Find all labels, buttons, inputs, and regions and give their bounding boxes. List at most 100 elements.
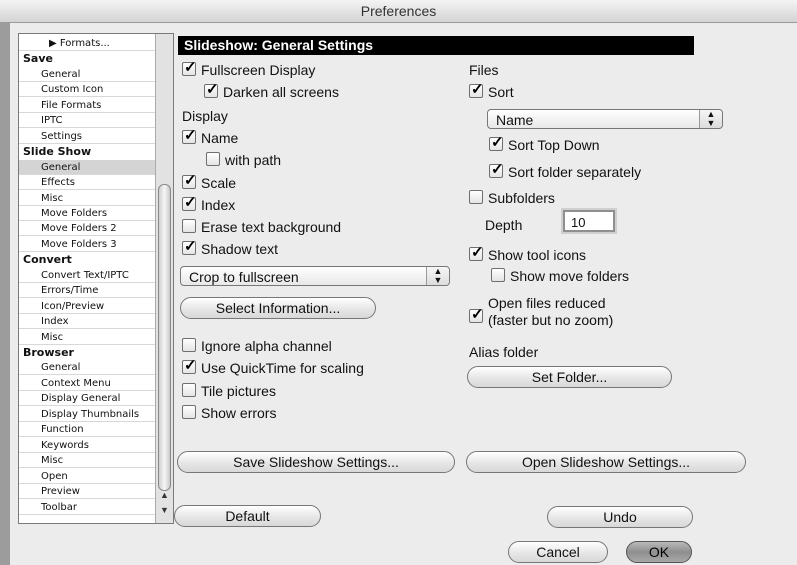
- name-checkbox[interactable]: Name: [182, 126, 238, 146]
- checkbox-icon[interactable]: [491, 268, 505, 282]
- checkbox-icon[interactable]: [469, 190, 483, 204]
- checkbox-icon[interactable]: [182, 193, 197, 211]
- checkbox-icon[interactable]: [182, 58, 197, 76]
- index-checkbox[interactable]: Index: [182, 193, 236, 213]
- open-files-reduced-checkbox[interactable]: [469, 304, 488, 323]
- checkbox-icon[interactable]: [182, 338, 196, 352]
- show-errors-checkbox[interactable]: Show errors: [182, 405, 276, 421]
- checkbox-icon[interactable]: [182, 356, 197, 374]
- default-button[interactable]: Default: [174, 505, 321, 527]
- checkbox-icon[interactable]: [182, 171, 197, 189]
- sidebar-item[interactable]: File Formats: [19, 98, 155, 113]
- checkbox-icon[interactable]: [469, 80, 484, 98]
- checkbox-icon[interactable]: [182, 126, 197, 144]
- popup-value: Crop to fullscreen: [189, 269, 299, 285]
- sidebar-item[interactable]: Misc: [19, 191, 155, 206]
- checkbox-label: Show tool icons: [488, 247, 587, 263]
- sidebar-item[interactable]: ▶ Formats...: [19, 36, 155, 51]
- alias-folder-label: Alias folder: [469, 344, 539, 360]
- checkbox-label: Darken all screens: [223, 84, 339, 100]
- checkbox-sublabel: (faster but no zoom): [488, 312, 614, 328]
- checkbox-label: Subfolders: [488, 190, 555, 206]
- sidebar-item[interactable]: Move Folders 3: [19, 237, 155, 252]
- scrollbar-thumb[interactable]: [158, 184, 171, 491]
- sidebar-item[interactable]: Keywords: [19, 438, 155, 453]
- sort-by-popup[interactable]: Name ▲ ▼: [487, 109, 723, 129]
- checkbox-icon[interactable]: [182, 219, 196, 233]
- display-group-label: Display: [182, 108, 228, 124]
- fullscreen-checkbox[interactable]: Fullscreen Display: [182, 58, 316, 78]
- checkbox-label: Index: [201, 197, 236, 213]
- checkbox-label: Erase text background: [201, 219, 342, 235]
- sidebar-scrollbar[interactable]: ▲ ▼: [155, 34, 173, 523]
- cancel-button[interactable]: Cancel: [508, 541, 608, 563]
- section-header: Slideshow: General Settings: [178, 36, 694, 55]
- erase-text-bg-checkbox[interactable]: Erase text background: [182, 219, 341, 235]
- popup-arrows-icon[interactable]: ▲ ▼: [426, 267, 449, 285]
- select-information-button[interactable]: Select Information...: [180, 297, 376, 319]
- checkbox-icon[interactable]: [489, 160, 504, 178]
- sidebar-item[interactable]: General: [19, 67, 155, 82]
- subfolders-checkbox[interactable]: Subfolders: [469, 190, 555, 206]
- checkbox-icon[interactable]: [206, 152, 220, 166]
- sidebar-item[interactable]: Function: [19, 422, 155, 438]
- sidebar-item[interactable]: Effects: [19, 175, 155, 191]
- sort-checkbox[interactable]: Sort: [469, 80, 514, 100]
- sidebar-item[interactable]: Icon/Preview: [19, 299, 155, 314]
- sidebar-item[interactable]: Display General: [19, 391, 155, 407]
- darken-screens-checkbox[interactable]: Darken all screens: [204, 80, 339, 100]
- sidebar-item[interactable]: General: [19, 159, 155, 175]
- ignore-alpha-checkbox[interactable]: Ignore alpha channel: [182, 338, 332, 354]
- sidebar-item[interactable]: Settings: [19, 129, 155, 144]
- sidebar-item[interactable]: Move Folders 2: [19, 221, 155, 237]
- with-path-checkbox[interactable]: with path: [206, 152, 281, 168]
- checkbox-icon[interactable]: [182, 383, 196, 397]
- save-slideshow-settings-button[interactable]: Save Slideshow Settings...: [177, 451, 455, 473]
- shadow-text-checkbox[interactable]: Shadow text: [182, 237, 279, 257]
- ok-button[interactable]: OK: [626, 541, 692, 563]
- sidebar-item[interactable]: Preview: [19, 484, 155, 500]
- sidebar-item[interactable]: Convert Text/IPTC: [19, 268, 155, 283]
- tile-pictures-checkbox[interactable]: Tile pictures: [182, 383, 276, 399]
- sidebar-item[interactable]: Move Folders: [19, 206, 155, 221]
- checkbox-label: with path: [225, 152, 282, 168]
- sidebar-item[interactable]: Display Thumbnails: [19, 407, 155, 422]
- checkbox-icon[interactable]: [182, 405, 196, 419]
- sidebar-item[interactable]: Context Menu: [19, 376, 155, 391]
- crop-mode-popup[interactable]: Crop to fullscreen ▲ ▼: [180, 266, 450, 286]
- show-move-folders-checkbox[interactable]: Show move folders: [491, 268, 629, 284]
- sidebar-item[interactable]: Toolbar: [19, 500, 155, 515]
- show-tool-icons-checkbox[interactable]: Show tool icons: [469, 243, 587, 263]
- checkbox-label: Fullscreen Display: [201, 62, 316, 78]
- checkbox-icon[interactable]: [204, 80, 219, 98]
- set-folder-button[interactable]: Set Folder...: [467, 366, 672, 388]
- sort-folder-separately-checkbox[interactable]: Sort folder separately: [489, 160, 641, 180]
- sidebar-item[interactable]: Index: [19, 314, 155, 330]
- sidebar-item[interactable]: General: [19, 360, 155, 376]
- open-slideshow-settings-button[interactable]: Open Slideshow Settings...: [466, 451, 746, 473]
- sidebar-item[interactable]: Custom Icon: [19, 82, 155, 98]
- checkbox-icon[interactable]: [489, 133, 504, 151]
- checkbox-icon[interactable]: [469, 305, 484, 323]
- depth-field[interactable]: 10: [563, 210, 615, 232]
- files-group-label: Files: [469, 62, 499, 78]
- checkbox-icon[interactable]: [182, 237, 197, 255]
- quicktime-scaling-checkbox[interactable]: Use QuickTime for scaling: [182, 356, 364, 376]
- sidebar-item[interactable]: Errors/Time: [19, 283, 155, 299]
- checkbox-label: Shadow text: [201, 241, 279, 257]
- sidebar-item[interactable]: Misc: [19, 453, 155, 469]
- sidebar-item[interactable]: Open: [19, 469, 155, 484]
- scroll-down-arrow-icon[interactable]: ▼: [160, 505, 169, 515]
- sort-top-down-checkbox[interactable]: Sort Top Down: [489, 133, 600, 153]
- scale-checkbox[interactable]: Scale: [182, 171, 236, 191]
- scroll-up-arrow-icon[interactable]: ▲: [160, 490, 169, 500]
- preferences-sidebar[interactable]: Toolbar Preview Open Misc Keywords Function Di…: [18, 33, 174, 524]
- undo-button[interactable]: Undo: [547, 506, 693, 528]
- open-files-reduced-label: Open files reduced (faster but no zoom): [488, 295, 613, 329]
- popup-arrows-icon[interactable]: ▲ ▼: [699, 110, 722, 128]
- checkbox-label: Open files reduced: [488, 295, 606, 311]
- checkbox-icon[interactable]: [469, 243, 484, 261]
- background-window-edge: [0, 22, 10, 565]
- sidebar-item[interactable]: Misc: [19, 330, 155, 345]
- sidebar-item[interactable]: IPTC: [19, 113, 155, 129]
